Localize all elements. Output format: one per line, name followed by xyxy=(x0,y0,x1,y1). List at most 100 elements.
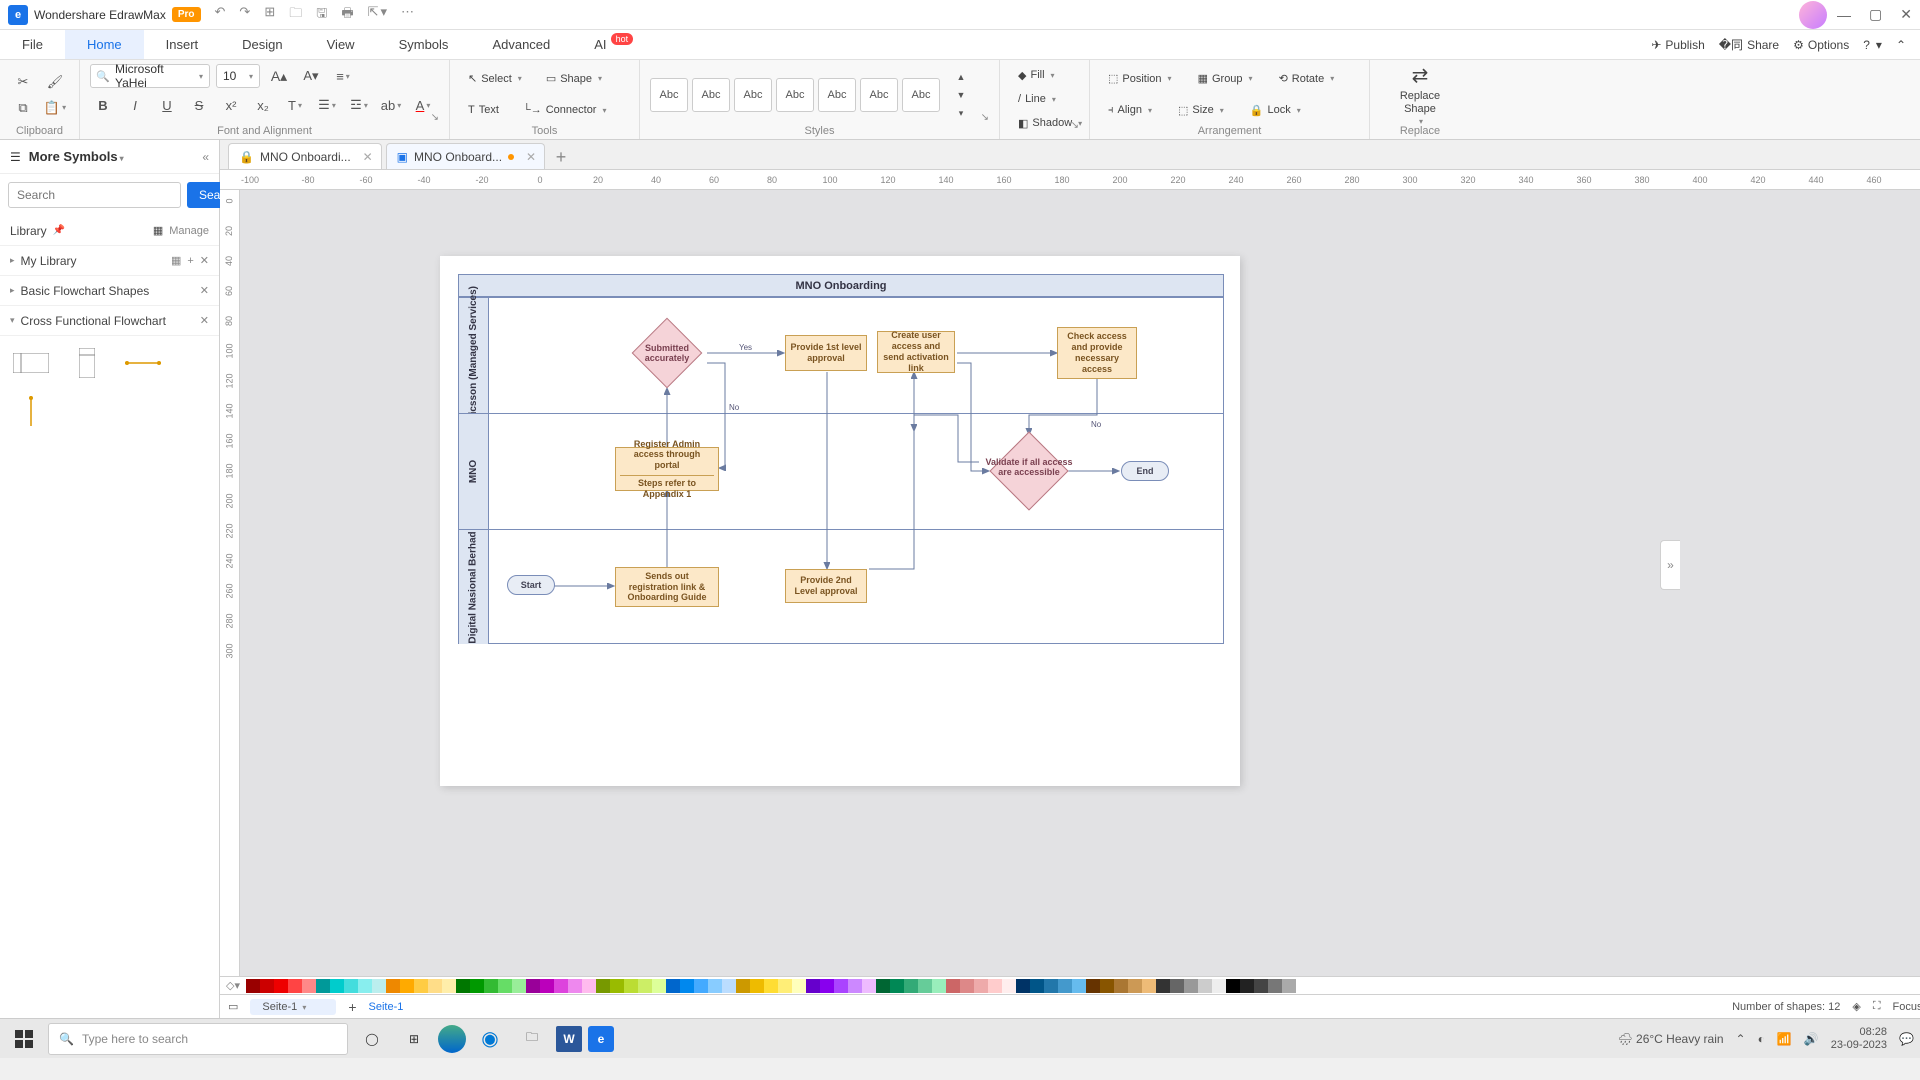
align-dropdown[interactable]: ⫞ Align▾ xyxy=(1100,99,1160,121)
node-checkaccess[interactable]: Check access and provide necessary acces… xyxy=(1057,327,1137,379)
color-swatch[interactable] xyxy=(302,979,316,993)
color-swatch[interactable] xyxy=(512,979,526,993)
options-button[interactable]: ⚙ Options xyxy=(1793,38,1849,52)
menu-insert[interactable]: Insert xyxy=(144,30,221,59)
minimize-icon[interactable]: — xyxy=(1837,7,1851,23)
tray-chevron-icon[interactable]: ⌃ xyxy=(1736,1032,1746,1046)
node-start[interactable]: Start xyxy=(507,575,555,595)
color-swatch[interactable] xyxy=(694,979,708,993)
shape-separator-h[interactable] xyxy=(122,346,164,380)
taskbar-clock[interactable]: 08:2823-09-2023 xyxy=(1831,1026,1887,1050)
collapse-ribbon-icon[interactable]: ⌃ xyxy=(1896,38,1906,52)
style-gallery-icon[interactable]: ▾ xyxy=(948,106,974,120)
color-swatch[interactable] xyxy=(890,979,904,993)
highlight-icon[interactable]: ab▾ xyxy=(378,94,404,116)
color-swatch[interactable] xyxy=(428,979,442,993)
styles-dialog-launcher[interactable]: ↘ xyxy=(981,112,989,123)
taskbar-app-1[interactable] xyxy=(438,1025,466,1053)
manage-icon[interactable]: ▦ xyxy=(153,224,163,237)
align-text-icon[interactable]: ≡▾ xyxy=(330,65,356,87)
color-swatch[interactable] xyxy=(568,979,582,993)
tab-close-icon[interactable]: ✕ xyxy=(526,150,536,164)
redo-icon[interactable]: ↷ xyxy=(239,4,250,26)
color-swatch[interactable] xyxy=(1198,979,1212,993)
position-dropdown[interactable]: ⬚ Position▾ xyxy=(1100,68,1180,90)
menu-design[interactable]: Design xyxy=(220,30,304,59)
color-swatch[interactable] xyxy=(918,979,932,993)
color-swatch[interactable] xyxy=(946,979,960,993)
lane-ericsson[interactable]: Ericsson (Managed Services) xyxy=(459,298,489,413)
color-swatch[interactable] xyxy=(344,979,358,993)
diagram-title[interactable]: MNO Onboarding xyxy=(459,275,1223,297)
style-preset-5[interactable]: Abc xyxy=(818,78,856,112)
color-swatch[interactable] xyxy=(988,979,1002,993)
color-swatch[interactable] xyxy=(1212,979,1226,993)
tray-cloud-icon[interactable]: ◐ xyxy=(1758,1032,1765,1046)
shape-tool[interactable]: ▭ Shape▾ xyxy=(538,68,610,90)
color-swatch[interactable] xyxy=(652,979,666,993)
color-swatch[interactable] xyxy=(260,979,274,993)
cross-functional-row[interactable]: Cross Functional Flowchart xyxy=(21,314,166,328)
tab-close-icon[interactable]: ✕ xyxy=(363,150,373,164)
publish-button[interactable]: ✈ Publish xyxy=(1651,38,1704,52)
color-swatch[interactable] xyxy=(736,979,750,993)
taskbar-word-icon[interactable]: W xyxy=(556,1026,582,1052)
swimlane-diagram[interactable]: MNO Onboarding Ericsson (Managed Service… xyxy=(458,274,1224,644)
color-swatch[interactable] xyxy=(1058,979,1072,993)
color-swatch[interactable] xyxy=(792,979,806,993)
notifications-icon[interactable]: 💬 xyxy=(1899,1032,1914,1046)
style-preset-3[interactable]: Abc xyxy=(734,78,772,112)
open-icon[interactable]: 🗀 xyxy=(289,4,302,26)
pin-icon[interactable]: 📌 xyxy=(53,225,65,236)
color-swatch[interactable] xyxy=(400,979,414,993)
lock-dropdown[interactable]: 🔒 Lock▾ xyxy=(1242,99,1309,121)
color-swatch[interactable] xyxy=(540,979,554,993)
case-icon[interactable]: T▾ xyxy=(282,94,308,116)
taskbar-edrawmax-icon[interactable]: e xyxy=(588,1026,614,1052)
copy-icon[interactable]: ⧉ xyxy=(10,97,36,119)
add-page-button[interactable]: + xyxy=(348,999,356,1015)
format-painter-icon[interactable]: 🖌 xyxy=(42,71,68,93)
color-swatch[interactable] xyxy=(1030,979,1044,993)
cortana-icon[interactable]: ◯ xyxy=(354,1023,390,1055)
color-swatch[interactable] xyxy=(1128,979,1142,993)
color-swatch[interactable] xyxy=(288,979,302,993)
color-swatch[interactable] xyxy=(680,979,694,993)
color-swatch[interactable] xyxy=(1002,979,1016,993)
color-swatch[interactable] xyxy=(624,979,638,993)
style-scroll-up-icon[interactable]: ▲ xyxy=(948,70,974,84)
color-swatch[interactable] xyxy=(386,979,400,993)
eyedropper-icon[interactable]: ◇▾ xyxy=(226,979,240,992)
taskbar-edge-icon[interactable]: ◉ xyxy=(472,1023,508,1055)
color-swatch[interactable] xyxy=(526,979,540,993)
menu-ai[interactable]: AIhot xyxy=(572,30,655,59)
focus-label[interactable]: Focus xyxy=(1893,1001,1920,1013)
color-swatch[interactable] xyxy=(554,979,568,993)
color-swatch[interactable] xyxy=(484,979,498,993)
add-tab-button[interactable]: + xyxy=(549,145,573,169)
basic-close-icon[interactable]: ✕ xyxy=(200,284,209,297)
color-swatch[interactable] xyxy=(820,979,834,993)
color-swatch[interactable] xyxy=(330,979,344,993)
color-swatch[interactable] xyxy=(1170,979,1184,993)
color-swatch[interactable] xyxy=(764,979,778,993)
color-swatch[interactable] xyxy=(582,979,596,993)
expand-panel-icon[interactable]: » xyxy=(1660,540,1680,590)
color-swatch[interactable] xyxy=(1044,979,1058,993)
color-swatch[interactable] xyxy=(274,979,288,993)
color-swatch[interactable] xyxy=(1240,979,1254,993)
node-end[interactable]: End xyxy=(1121,461,1169,481)
select-tool[interactable]: ↖ Select▾ xyxy=(460,68,530,90)
color-swatch[interactable] xyxy=(1086,979,1100,993)
my-library-row[interactable]: My Library xyxy=(21,254,77,268)
font-name-select[interactable]: Microsoft YaHei▾ xyxy=(90,64,210,88)
style-preset-4[interactable]: Abc xyxy=(776,78,814,112)
color-swatch[interactable] xyxy=(638,979,652,993)
bullets-icon[interactable]: ☲▾ xyxy=(346,94,372,116)
color-swatch[interactable] xyxy=(1268,979,1282,993)
text-tool[interactable]: T Text xyxy=(460,99,507,121)
line-dropdown[interactable]: / Line▾ xyxy=(1010,88,1090,110)
shape-separator-v[interactable] xyxy=(10,394,52,428)
node-createuser[interactable]: Create user access and send activation l… xyxy=(877,331,955,373)
color-swatch[interactable] xyxy=(722,979,736,993)
